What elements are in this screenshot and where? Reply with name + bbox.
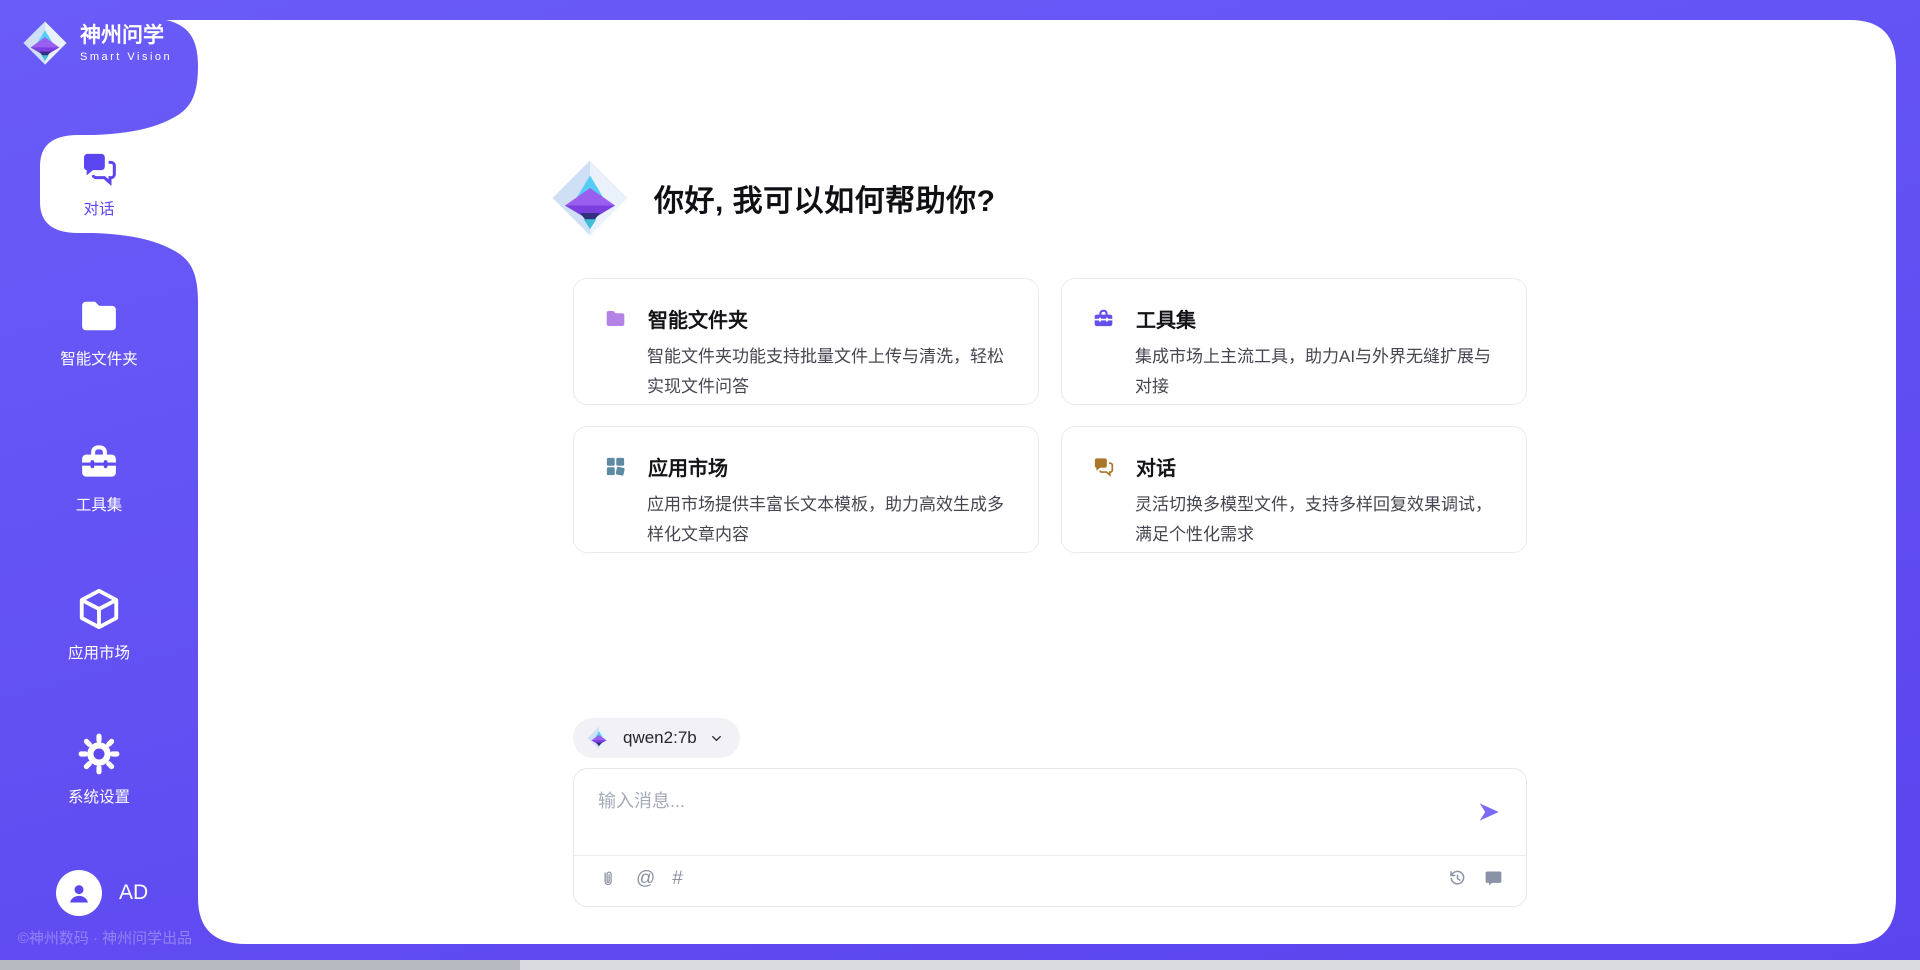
scrollbar-thumb[interactable] (0, 960, 520, 970)
sidebar-item-chat[interactable]: 对话 (38, 148, 160, 219)
attach-button[interactable] (598, 869, 619, 890)
greeting-title: 你好, 我可以如何帮助你? (654, 176, 996, 220)
horizontal-scrollbar[interactable] (0, 960, 1920, 970)
card-description: 应用市场提供丰富长文本模板，助力高效生成多样化文章内容 (647, 490, 1012, 550)
folder-icon (604, 307, 627, 330)
card-title: 对话 (1136, 452, 1176, 481)
sidebar-item-smart-folder[interactable]: 智能文件夹 (38, 294, 160, 369)
card-title: 智能文件夹 (648, 304, 748, 333)
toolbox-icon (1092, 307, 1115, 330)
card-header: 智能文件夹 (604, 304, 1012, 333)
diamond-logo-icon (550, 158, 630, 238)
user-avatar-icon (64, 878, 94, 908)
sidebar-item-label: 对话 (83, 197, 114, 219)
composer-divider (574, 855, 1526, 856)
footer-copyright: ©神州数码 · 神州问学出品 (10, 927, 200, 948)
diamond-logo-icon (22, 20, 68, 66)
cube-icon (76, 586, 122, 632)
app-subtitle: Smart Vision (80, 51, 172, 63)
history-button[interactable] (1447, 868, 1468, 889)
history-icon (1447, 868, 1468, 889)
app-logo: 神州问学 Smart Vision (22, 20, 172, 66)
message-composer: @ # (573, 768, 1527, 907)
avatar (56, 870, 102, 916)
card-app-market[interactable]: 应用市场 应用市场提供丰富长文本模板，助力高效生成多样化文章内容 (573, 426, 1039, 553)
feature-cards: 智能文件夹 智能文件夹功能支持批量文件上传与清洗，轻松实现文件问答 工具集 集成… (573, 278, 1527, 553)
card-toolset[interactable]: 工具集 集成市场上主流工具，助力AI与外界无缝扩展与对接 (1061, 278, 1527, 405)
composer-tools-left: @ # (598, 868, 683, 890)
card-title: 工具集 (1136, 304, 1196, 333)
chat-icon (79, 148, 119, 188)
grid-icon (604, 455, 627, 478)
card-header: 工具集 (1092, 304, 1500, 333)
message-icon (1483, 868, 1504, 889)
app-logo-text: 神州问学 Smart Vision (80, 24, 172, 63)
sidebar-item-app-market[interactable]: 应用市场 (38, 586, 160, 663)
feedback-button[interactable] (1483, 868, 1504, 889)
greeting-block: 你好, 我可以如何帮助你? (550, 158, 996, 238)
composer-tools-right (1447, 868, 1504, 889)
sidebar-item-toolset[interactable]: 工具集 (38, 440, 160, 515)
card-header: 应用市场 (604, 452, 1012, 481)
message-input[interactable] (598, 787, 1448, 845)
sidebar-item-label: 工具集 (76, 493, 123, 515)
model-selector[interactable]: qwen2:7b (573, 718, 740, 758)
send-button[interactable] (1476, 799, 1502, 825)
chat-icon (1092, 455, 1115, 478)
card-smart-folder[interactable]: 智能文件夹 智能文件夹功能支持批量文件上传与清洗，轻松实现文件问答 (573, 278, 1039, 405)
card-chat[interactable]: 对话 灵活切换多模型文件，支持多样回复效果调试，满足个性化需求 (1061, 426, 1527, 553)
paperclip-icon (598, 869, 619, 890)
card-description: 灵活切换多模型文件，支持多样回复效果调试，满足个性化需求 (1135, 490, 1500, 550)
send-icon (1476, 799, 1502, 825)
mention-button[interactable]: @ (636, 868, 655, 890)
sidebar-item-label: 系统设置 (68, 785, 130, 807)
app-window: 神州问学 Smart Vision 对话 智能文件夹 工具集 应 (0, 0, 1920, 970)
sidebar-item-settings[interactable]: 系统设置 (38, 732, 160, 807)
toolbox-icon (77, 440, 121, 484)
app-title: 神州问学 (80, 24, 172, 48)
user-profile[interactable]: AD (56, 870, 148, 916)
sidebar-item-label: 应用市场 (68, 641, 130, 663)
card-title: 应用市场 (648, 452, 728, 481)
gear-icon (77, 732, 121, 776)
sidebar-item-label: 智能文件夹 (60, 347, 138, 369)
card-description: 集成市场上主流工具，助力AI与外界无缝扩展与对接 (1135, 342, 1500, 402)
hash-button[interactable]: # (672, 868, 683, 890)
card-header: 对话 (1092, 452, 1500, 481)
model-name: qwen2:7b (623, 728, 697, 748)
folder-icon (77, 294, 121, 338)
chevron-down-icon (709, 731, 724, 746)
card-description: 智能文件夹功能支持批量文件上传与清洗，轻松实现文件问答 (647, 342, 1012, 402)
main-panel: 你好, 我可以如何帮助你? 智能文件夹 智能文件夹功能支持批量文件上传与清洗，轻… (198, 20, 1896, 944)
diamond-logo-icon (587, 726, 611, 750)
user-name: AD (119, 881, 148, 905)
